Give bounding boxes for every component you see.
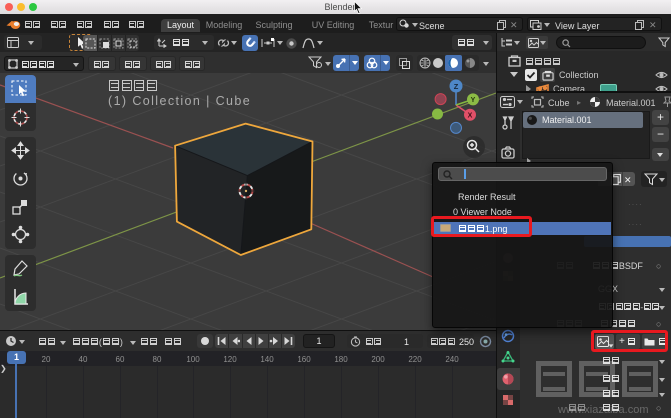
svg-text:Z: Z xyxy=(454,82,459,91)
svg-text:Y: Y xyxy=(471,97,476,104)
svg-text:X: X xyxy=(468,113,473,120)
